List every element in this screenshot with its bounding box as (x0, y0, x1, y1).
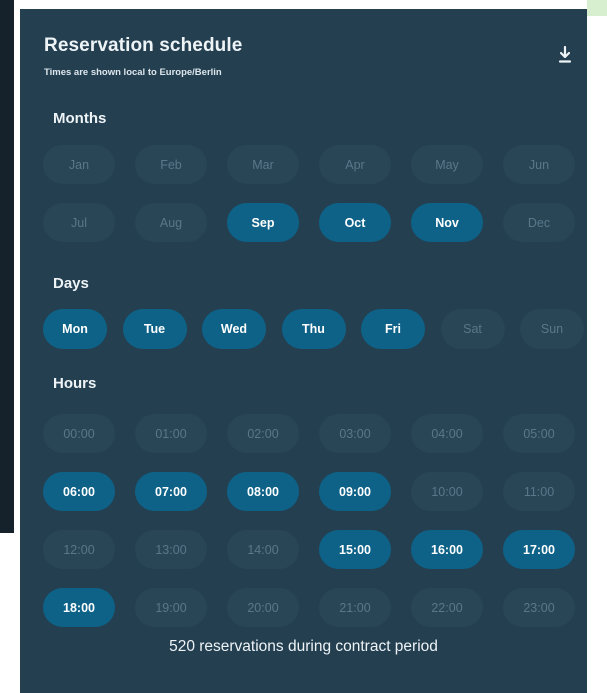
month-chip-mar[interactable]: Mar (227, 145, 299, 184)
hour-chip-1600[interactable]: 16:00 (411, 530, 483, 569)
hour-chip-2000[interactable]: 20:00 (227, 588, 299, 627)
day-chip-sat[interactable]: Sat (440, 309, 505, 349)
month-chip-jul[interactable]: Jul (43, 203, 115, 242)
hour-chip-0600[interactable]: 06:00 (43, 472, 115, 511)
hour-chip-0200[interactable]: 02:00 (227, 414, 299, 453)
hour-chip-2200[interactable]: 22:00 (411, 588, 483, 627)
month-chip-may[interactable]: May (411, 145, 483, 184)
hour-chip-2100[interactable]: 21:00 (319, 588, 391, 627)
hour-chip-0100[interactable]: 01:00 (135, 414, 207, 453)
card-title: Reservation schedule (44, 35, 243, 56)
month-chip-jun[interactable]: Jun (503, 145, 575, 184)
hour-chip-0700[interactable]: 07:00 (135, 472, 207, 511)
hour-chip-1000[interactable]: 10:00 (411, 472, 483, 511)
hour-chip-0800[interactable]: 08:00 (227, 472, 299, 511)
download-button[interactable] (557, 45, 573, 70)
hour-chip-1700[interactable]: 17:00 (503, 530, 575, 569)
days-label: Days (53, 275, 89, 292)
timezone-note: Times are shown local to Europe/Berlin (44, 67, 222, 78)
hour-chip-1200[interactable]: 12:00 (43, 530, 115, 569)
month-chip-dec[interactable]: Dec (503, 203, 575, 242)
day-chip-tue[interactable]: Tue (122, 309, 187, 349)
hour-chip-1300[interactable]: 13:00 (135, 530, 207, 569)
month-chip-apr[interactable]: Apr (319, 145, 391, 184)
month-chip-sep[interactable]: Sep (227, 203, 299, 242)
month-chip-oct[interactable]: Oct (319, 203, 391, 242)
hours-label: Hours (53, 375, 97, 392)
day-chip-mon[interactable]: Mon (43, 309, 107, 349)
month-chip-aug[interactable]: Aug (135, 203, 207, 242)
day-chip-sun[interactable]: Sun (520, 309, 584, 349)
hour-chip-1900[interactable]: 19:00 (135, 588, 207, 627)
hour-chip-0500[interactable]: 05:00 (503, 414, 575, 453)
day-chip-fri[interactable]: Fri (361, 309, 425, 349)
hour-chip-1400[interactable]: 14:00 (227, 530, 299, 569)
background-accent (587, 0, 607, 16)
day-chip-thu[interactable]: Thu (281, 309, 346, 349)
month-chip-feb[interactable]: Feb (135, 145, 207, 184)
hour-chip-1100[interactable]: 11:00 (503, 472, 575, 511)
background-panel-edge (0, 0, 14, 533)
reservation-count: 520 reservations during contract period (169, 638, 438, 655)
hour-chip-0000[interactable]: 00:00 (43, 414, 115, 453)
reservation-schedule-card: Reservation schedule Times are shown loc… (20, 9, 587, 693)
day-chip-wed[interactable]: Wed (202, 309, 266, 349)
hour-chip-0400[interactable]: 04:00 (411, 414, 483, 453)
months-label: Months (53, 110, 107, 127)
hour-chip-1500[interactable]: 15:00 (319, 530, 391, 569)
download-icon (558, 45, 572, 70)
month-chip-nov[interactable]: Nov (411, 203, 483, 242)
hour-chip-0300[interactable]: 03:00 (319, 414, 391, 453)
hour-chip-1800[interactable]: 18:00 (43, 588, 115, 627)
hour-chip-0900[interactable]: 09:00 (319, 472, 391, 511)
hour-chip-2300[interactable]: 23:00 (503, 588, 575, 627)
month-chip-jan[interactable]: Jan (43, 145, 115, 184)
